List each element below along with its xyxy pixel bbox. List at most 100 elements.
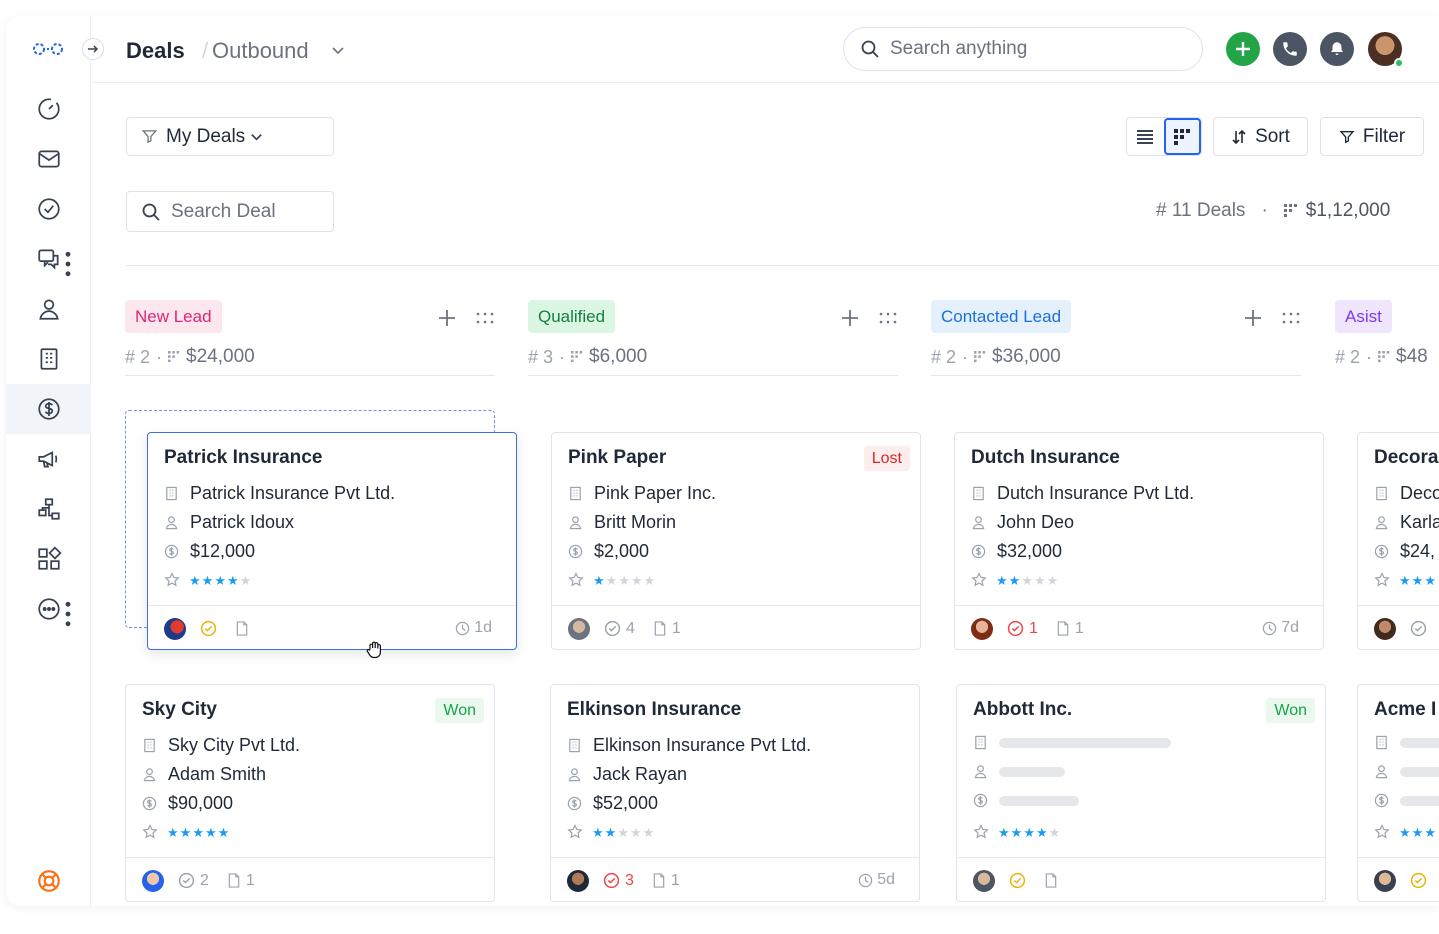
file-icon — [228, 873, 240, 888]
deal-contact: Britt Morin — [568, 512, 676, 533]
rating[interactable]: ★ ★ ★ ★ ★ — [164, 572, 252, 588]
files-stat[interactable]: 1 — [1056, 620, 1084, 638]
global-search[interactable] — [843, 27, 1203, 71]
sidebar-item-companies[interactable] — [6, 334, 91, 384]
tasks-stat[interactable] — [1410, 872, 1427, 889]
owner-avatar[interactable] — [164, 617, 186, 640]
pipeline-value-icon — [974, 351, 986, 363]
files-stat[interactable] — [1044, 873, 1058, 888]
deal-title: Elkinson Insurance — [567, 699, 742, 720]
logo-icon[interactable] — [30, 40, 66, 58]
more-vertical-icon[interactable] — [55, 601, 81, 627]
tasks-stat[interactable]: 3 — [603, 872, 634, 890]
files-count: 1 — [245, 871, 255, 889]
files-stat[interactable]: 1 — [653, 620, 681, 638]
breadcrumb-separator: / — [202, 38, 209, 63]
search-deal-input[interactable] — [171, 200, 321, 223]
sidebar-item-campaigns[interactable] — [6, 434, 91, 484]
plus-icon[interactable] — [840, 308, 860, 328]
global-search-input[interactable] — [890, 38, 1170, 60]
skeleton-line — [999, 737, 1171, 748]
building-icon — [1376, 486, 1387, 501]
drag-handle-icon[interactable] — [1281, 310, 1301, 326]
notifications-button[interactable] — [1320, 32, 1354, 66]
breadcrumb-view[interactable]: Outbound — [212, 38, 309, 64]
sidebar-item-more[interactable] — [6, 584, 91, 634]
owner-avatar[interactable] — [971, 617, 993, 640]
collapse-sidebar-button[interactable] — [82, 38, 104, 60]
sidebar-item-deals[interactable] — [6, 384, 91, 434]
rating[interactable]: ★ ★ ★ — [1374, 824, 1437, 840]
owner-avatar[interactable] — [142, 869, 164, 892]
rating[interactable]: ★ ★ ★ ★ ★ — [568, 572, 656, 588]
stage-tag[interactable]: Qualified — [528, 300, 616, 333]
files-stat[interactable]: 1 — [227, 872, 255, 890]
sidebar-item-help[interactable] — [6, 856, 91, 906]
drag-handle-icon[interactable] — [878, 310, 898, 326]
column-meta: # 2 · $48 — [1335, 346, 1428, 367]
sidebar-item-dashboard[interactable] — [6, 84, 91, 134]
age-value: 5d — [877, 871, 895, 888]
plus-icon[interactable] — [1243, 308, 1263, 328]
bell-icon — [1331, 42, 1343, 55]
more-vertical-icon[interactable] — [55, 251, 81, 277]
owner-avatar[interactable] — [568, 617, 590, 640]
tasks-stat[interactable]: 1 — [1007, 620, 1038, 638]
sidebar-item-contacts[interactable] — [6, 284, 91, 334]
call-button[interactable] — [1273, 32, 1307, 66]
breadcrumb-deals[interactable]: Deals — [126, 38, 185, 64]
rating[interactable]: ★ ★ ★ — [1374, 572, 1437, 588]
chevron-down-icon — [251, 134, 262, 141]
files-stat[interactable]: 1 — [652, 872, 680, 890]
sidebar-item-mail[interactable] — [6, 134, 91, 184]
phone-icon — [1283, 42, 1297, 56]
list-view-button[interactable] — [1127, 118, 1164, 155]
rating[interactable]: ★ ★ ★ ★ ★ — [142, 824, 230, 840]
tasks-stat[interactable]: 4 — [604, 620, 635, 638]
search-deal[interactable] — [126, 191, 334, 232]
sidebar-item-apps[interactable] — [6, 534, 91, 584]
owner-avatar[interactable] — [1374, 869, 1396, 892]
card-footer: 3 1 5d — [551, 857, 919, 901]
plus-icon[interactable] — [437, 308, 457, 328]
rating[interactable]: ★ ★ ★ ★ ★ — [973, 824, 1061, 840]
deal-card[interactable]: Decora Deco Karla $24, ★ ★ ★ — [1357, 432, 1439, 650]
deal-card[interactable]: Abbott Inc. Won ★ ★ ★ ★ ★ — [956, 684, 1326, 902]
stage-tag[interactable]: Asist — [1335, 300, 1392, 333]
deal-card[interactable]: Acme I ★ ★ ★ — [1357, 684, 1439, 902]
tasks-stat[interactable] — [200, 620, 217, 637]
tasks-stat[interactable]: 2 — [178, 872, 209, 890]
sidebar-item-chats[interactable] — [6, 234, 91, 284]
deal-card[interactable]: Dutch Insurance Dutch Insurance Pvt Ltd.… — [954, 432, 1324, 650]
drag-handle-icon[interactable] — [475, 310, 495, 326]
stage-tag[interactable]: New Lead — [125, 300, 222, 333]
files-stat[interactable] — [235, 621, 249, 636]
amount-value: $24, — [1400, 541, 1436, 561]
file-icon — [1057, 621, 1069, 636]
rating[interactable]: ★ ★ ★ ★ ★ — [567, 824, 655, 840]
owner-avatar[interactable] — [973, 869, 995, 892]
deal-card[interactable]: Elkinson Insurance Elkinson Insurance Pv… — [550, 684, 920, 902]
owner-avatar[interactable] — [567, 869, 589, 892]
deal-card[interactable]: Pink Paper Lost Pink Paper Inc. Britt Mo… — [551, 432, 921, 650]
filter-label: Filter — [1362, 125, 1406, 147]
chevron-down-icon[interactable] — [330, 42, 346, 58]
owner-avatar[interactable] — [1374, 617, 1396, 640]
rating[interactable]: ★ ★ ★ ★ ★ — [971, 572, 1059, 588]
kanban-view-button[interactable] — [1163, 118, 1201, 155]
deal-card[interactable]: Sky City Won Sky City Pvt Ltd. Adam Smit… — [125, 684, 495, 902]
dollar-icon — [1374, 793, 1389, 808]
tasks-stat[interactable] — [1009, 872, 1026, 889]
sidebar-item-tasks[interactable] — [6, 184, 91, 234]
my-deals-dropdown[interactable]: My Deals — [126, 117, 334, 156]
add-button[interactable] — [1226, 32, 1260, 66]
tasks-stat[interactable] — [1410, 620, 1427, 637]
pipeline-value-icon — [168, 351, 180, 363]
sort-button[interactable]: Sort — [1213, 117, 1308, 156]
sidebar-item-workflows[interactable] — [6, 484, 91, 534]
stage-tag[interactable]: Contacted Lead — [931, 300, 1072, 333]
filter-button[interactable]: Filter — [1320, 117, 1424, 156]
user-icon — [1375, 516, 1388, 530]
deal-title: Pink Paper — [568, 447, 667, 468]
deal-card[interactable]: Patrick Insurance Patrick Insurance Pvt … — [147, 432, 517, 650]
